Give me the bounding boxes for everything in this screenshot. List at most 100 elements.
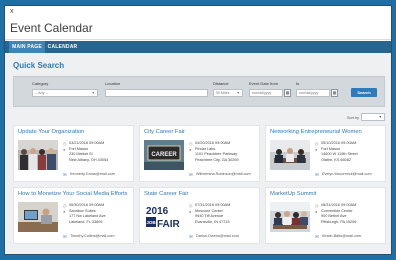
distance-select-value: 50 Miles: [216, 91, 230, 95]
tab-calendar[interactable]: CALENDAR: [46, 41, 79, 53]
app-window: x Event Calendar MAIN PAGE CALENDAR Quic…: [4, 5, 392, 255]
mail-icon: ✉: [189, 234, 193, 239]
event-date: 04/20/2016 09:00AM: [195, 141, 231, 145]
event-title[interactable]: City Career Fair: [144, 129, 185, 135]
quick-search-title: Quick Search: [13, 61, 65, 70]
search-panel: Category -- Any -- ▼ Location Distance 5…: [13, 76, 385, 107]
event-address: 900 Bethel Ave: [321, 214, 347, 218]
window-titlebar: x: [5, 6, 391, 18]
event-city: New Albany, OH 43054: [69, 157, 109, 162]
chevron-down-icon: ▼: [91, 91, 95, 95]
event-venue: Pindar Labs: [195, 146, 216, 151]
social-photo: [18, 202, 58, 232]
date-from-input[interactable]: mm/dd/yyyy: [249, 89, 283, 97]
event-card[interactable]: State Career Fair 2016 JOB FAIR ◷ 07/31/2…: [139, 187, 260, 244]
event-card[interactable]: Update Your Organization ◷ 03/21/2016 09:…: [13, 125, 134, 182]
event-thumbnail[interactable]: [270, 202, 310, 232]
event-date: 03/21/2016 09:00AM: [69, 141, 105, 145]
category-label: Category: [32, 81, 49, 86]
event-email[interactable]: Kirstin.Balto@mail.com: [322, 234, 361, 238]
event-title[interactable]: Update Your Organization: [18, 129, 84, 135]
distance-select[interactable]: 50 Miles ▼: [213, 89, 243, 97]
event-city: Pittsburgh, PA 15206: [321, 219, 357, 224]
summit-photo: [270, 202, 310, 232]
chevron-down-icon: ▼: [378, 115, 382, 119]
event-card[interactable]: MarketUp Summit ◷ 08/31/2016 09:00AM ● Con…: [265, 187, 386, 244]
date-to-label: to: [296, 81, 300, 86]
event-card[interactable]: City Career Fair CAREER ◷ 04/20/2016 09:0…: [139, 125, 260, 182]
mail-icon: ✉: [63, 234, 67, 239]
career-photo: CAREER: [144, 140, 184, 170]
nav-bar: MAIN PAGE CALENDAR: [5, 41, 391, 53]
event-meta: ◷ 03/21/2016 09:00AM ● Fort Mason 230 Mark…: [63, 141, 108, 163]
sort-by-label: Sort by: [347, 116, 360, 120]
mail-icon: ✉: [63, 172, 67, 177]
event-address: 14600 W 119th Street: [321, 152, 358, 156]
event-thumbnail[interactable]: [18, 140, 58, 170]
category-select[interactable]: -- Any -- ▼: [32, 89, 98, 97]
tab-main-page[interactable]: MAIN PAGE: [9, 41, 45, 53]
event-thumbnail[interactable]: [270, 140, 310, 170]
event-address: 1101 Peachtree Parkway: [195, 152, 238, 156]
chevron-down-icon: ▼: [236, 91, 240, 95]
banner-word-fair: FAIR: [157, 219, 181, 230]
calendar-icon[interactable]: ▦: [331, 89, 338, 97]
event-date: 05/10/2016 09:00AM: [321, 141, 357, 145]
event-date: 08/31/2016 09:00AM: [321, 203, 357, 207]
event-title[interactable]: How to Monetize Your Social Media Effort…: [18, 191, 127, 197]
date-from-label: Event Date from: [249, 81, 278, 86]
search-button[interactable]: Search: [351, 88, 377, 97]
main-content: Quick Search Category -- Any -- ▼ Locati…: [5, 53, 391, 254]
event-address: 177 Nw Lakeland Ave: [69, 214, 106, 218]
event-city: Peachtree City, GA 30269: [195, 157, 239, 162]
app-header: Event Calendar: [5, 18, 391, 40]
career-sign-text: CAREER: [151, 152, 177, 158]
job-fair-banner: 2016 JOB FAIR: [144, 202, 184, 232]
banner-year: 2016: [146, 206, 169, 217]
mail-icon: ✉: [315, 234, 319, 239]
event-email[interactable]: Evelyn.Mccormick@mail.com: [322, 172, 372, 176]
event-card[interactable]: How to Monetize Your Social Media Effort…: [13, 187, 134, 244]
location-input[interactable]: [105, 89, 208, 97]
app-title: Event Calendar: [10, 21, 93, 35]
event-address: 230 Market St: [69, 152, 93, 156]
mail-icon: ✉: [315, 172, 319, 177]
category-select-value: -- Any --: [35, 91, 48, 95]
event-meta: ◷ 05/10/2016 09:00AM ● Fort Mason 14600 W …: [315, 141, 358, 163]
distance-label: Distance: [213, 81, 229, 86]
event-email[interactable]: Timothy.Collins@mail.com: [70, 234, 115, 238]
event-meta: ◷ 08/31/2016 09:00AM ● Convention Center 9…: [315, 203, 356, 225]
event-meta: ◷ 07/31/2016 09:00AM ● Moscone Center 9930…: [189, 203, 230, 225]
calendar-icon[interactable]: ▦: [284, 89, 291, 97]
event-venue: Convention Center: [321, 208, 353, 213]
event-city: Olathe, KS 66062: [321, 157, 351, 162]
crowd-photo: [18, 140, 58, 170]
event-card[interactable]: Networking Entrepreneurial Women ◷ 05/10/…: [265, 125, 386, 182]
event-thumbnail[interactable]: CAREER: [144, 140, 184, 170]
close-icon[interactable]: x: [10, 8, 14, 16]
event-date: 07/31/2016 09:00AM: [195, 203, 231, 207]
event-thumbnail[interactable]: [18, 202, 58, 232]
mail-icon: ✉: [189, 172, 193, 177]
event-venue: Fort Mason: [69, 146, 89, 151]
event-thumbnail[interactable]: 2016 JOB FAIR: [144, 202, 184, 232]
event-title[interactable]: MarketUp Summit: [270, 191, 316, 197]
event-venue: Fort Mason: [321, 146, 341, 151]
event-date: 06/30/2016 09:00AM: [69, 203, 105, 207]
event-venue: Moscone Center: [195, 208, 223, 213]
event-meta: ◷ 04/20/2016 09:00AM ● Pindar Labs 1101 Pe…: [189, 141, 239, 163]
event-email[interactable]: Kennedy.Gross@mail.com: [70, 172, 115, 176]
event-title[interactable]: State Career Fair: [144, 191, 188, 197]
event-address: 9930 Tiff Avenue: [195, 214, 224, 218]
event-meta: ◷ 06/30/2016 09:00AM ● Sandbox Suites 177 …: [63, 203, 106, 225]
banner-word-job: JOB: [146, 220, 156, 225]
event-email[interactable]: Darius.Owens@mail.com: [196, 234, 239, 238]
date-to-input[interactable]: mm/dd/yyyy: [296, 89, 330, 97]
event-venue: Sandbox Suites: [69, 208, 96, 213]
sort-by-select[interactable]: ▼: [361, 113, 385, 121]
event-city: Evansville, IN 47715: [195, 219, 230, 224]
event-email[interactable]: Wilhelmina.Robinson@mail.com: [196, 172, 251, 176]
event-title[interactable]: Networking Entrepreneurial Women: [270, 129, 362, 135]
location-label: Location: [105, 81, 121, 86]
meeting-photo: [270, 140, 310, 170]
